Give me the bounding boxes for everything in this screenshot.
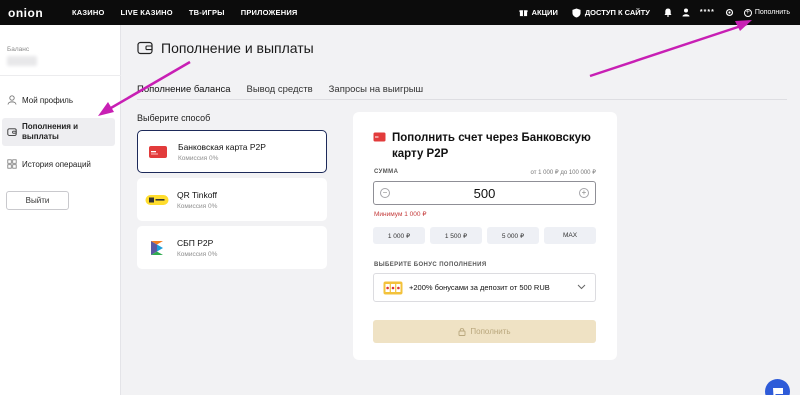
bonus-label: ВЫБЕРИТЕ БОНУС ПОПОЛНЕНИЯ [374,262,487,268]
amount-range: от 1 000 ₽ до 100 000 ₽ [530,170,596,176]
plus-circle-icon: + [743,8,752,17]
tab-deposit[interactable]: Пополнение баланса [137,84,231,100]
wallet-icon [137,41,153,55]
site-logo[interactable]: onion [8,6,58,20]
balance-label: Баланс [7,46,30,53]
user-menu[interactable] [682,8,690,17]
page-title-text: Пополнение и выплаты [161,40,314,56]
nav-live-casino[interactable]: LIVE КАЗИНО [121,8,173,17]
promotions-link[interactable]: АКЦИИ [519,8,558,17]
top-navigation-bar: onion КАЗИНО LIVE КАЗИНО ТВ-ИГРЫ ПРИЛОЖЕ… [0,0,800,25]
amount-field[interactable]: − 500 + [373,181,596,205]
method-bank-card[interactable]: Банковская карта P2P Комиссия 0% [137,130,327,173]
bank-card-icon [373,132,386,142]
account-sidebar: Баланс Мой профиль Пополнения и выплаты … [0,25,121,395]
balance-value-blurred [7,56,37,66]
quick-amount-max[interactable]: MAX [544,227,596,244]
masked-username: **** [699,9,715,16]
user-icon [7,95,17,105]
sbp-icon [145,240,169,256]
logout-button[interactable]: Выйти [6,191,69,210]
bank-card-icon [146,145,170,159]
nav-casino[interactable]: КАЗИНО [72,8,105,17]
slot-machine-icon [383,281,403,294]
method-fee: Комиссия 0% [178,154,219,162]
support-chat-button[interactable] [765,379,790,395]
sidebar-item-label: Мой профиль [22,95,74,105]
site-access-label: ДОСТУП К САЙТУ [584,8,650,17]
sidebar-item-profile[interactable]: Мой профиль [2,93,115,107]
notifications-button[interactable] [664,8,672,17]
amount-input[interactable]: 500 [474,186,496,201]
deposit-panel-title-text: Пополнить счет через Банковскую карту P2… [392,132,591,160]
submit-deposit-label: Пополнить [470,327,511,336]
gear-icon [725,8,733,17]
sidebar-item-label: История операций [22,159,91,169]
gift-icon [519,10,528,17]
method-fee: Комиссия 0% [177,250,218,258]
sidebar-item-label: Пополнения и выплаты [22,122,79,141]
chevron-down-icon [577,284,586,290]
header-deposit-button[interactable]: + Пополнить [743,8,790,17]
bonus-option-text: +200% бонусами за депозит от 500 RUB [409,283,550,292]
settings-button[interactable] [725,8,734,17]
deposit-panel: Пополнить счет через Банковскую карту P2… [353,112,617,360]
site-access-link[interactable]: ДОСТУП К САЙТУ [572,8,650,18]
header-actions: АКЦИИ ДОСТУП К САЙТУ **** + Пополнить [519,0,800,25]
bell-icon [664,8,672,17]
tab-win-requests[interactable]: Запросы на выигрыш [329,84,424,100]
quick-amount-1000[interactable]: 1 000 ₽ [373,227,425,244]
page-title: Пополнение и выплаты [137,40,314,56]
method-name: Банковская карта P2P [178,141,266,152]
promotions-label: АКЦИИ [531,8,558,17]
quick-amount-1500[interactable]: 1 500 ₽ [430,227,482,244]
quick-amount-5000[interactable]: 5 000 ₽ [487,227,539,244]
grid-icon [7,159,17,169]
nav-tv-games[interactable]: ТВ-ИГРЫ [189,8,225,17]
tab-withdraw[interactable]: Вывод средств [247,84,313,100]
submit-deposit-button[interactable]: Пополнить [373,320,596,343]
tabs-divider [137,99,787,100]
sidebar-item-payments[interactable]: Пополнения и выплаты [2,118,115,146]
user-icon [682,8,690,17]
header-deposit-label: Пополнить [754,9,790,16]
bonus-select[interactable]: +200% бонусами за депозит от 500 RUB [373,273,596,302]
amount-label: СУММА [374,169,399,175]
method-sbp[interactable]: СБП P2P Комиссия 0% [137,226,327,269]
wallet-icon [7,127,17,137]
annotation-arrow-to-header [589,22,748,78]
method-name: СБП P2P [177,237,214,248]
chat-icon [772,387,783,395]
method-qr-tinkoff[interactable]: QR Tinkoff Комиссия 0% [137,178,327,221]
sidebar-item-history[interactable]: История операций [2,157,115,171]
nav-apps[interactable]: ПРИЛОЖЕНИЯ [241,8,298,17]
choose-method-label: Выберите способ [137,113,211,123]
shield-icon [572,8,581,17]
method-name: QR Tinkoff [177,189,217,200]
increase-amount-button[interactable]: + [578,188,589,198]
deposit-panel-title: Пополнить счет через Банковскую карту P2… [373,130,603,162]
lock-icon [458,328,466,336]
qr-tinkoff-icon [145,194,169,206]
method-fee: Комиссия 0% [177,202,218,210]
main-nav: КАЗИНО LIVE КАЗИНО ТВ-ИГРЫ ПРИЛОЖЕНИЯ [72,8,314,17]
payment-tabs: Пополнение баланса Вывод средств Запросы… [137,84,439,100]
sidebar-divider [0,75,121,76]
decrease-amount-button[interactable]: − [380,188,390,198]
minimum-amount-warning: Минимум 1 000 ₽ [374,211,427,218]
